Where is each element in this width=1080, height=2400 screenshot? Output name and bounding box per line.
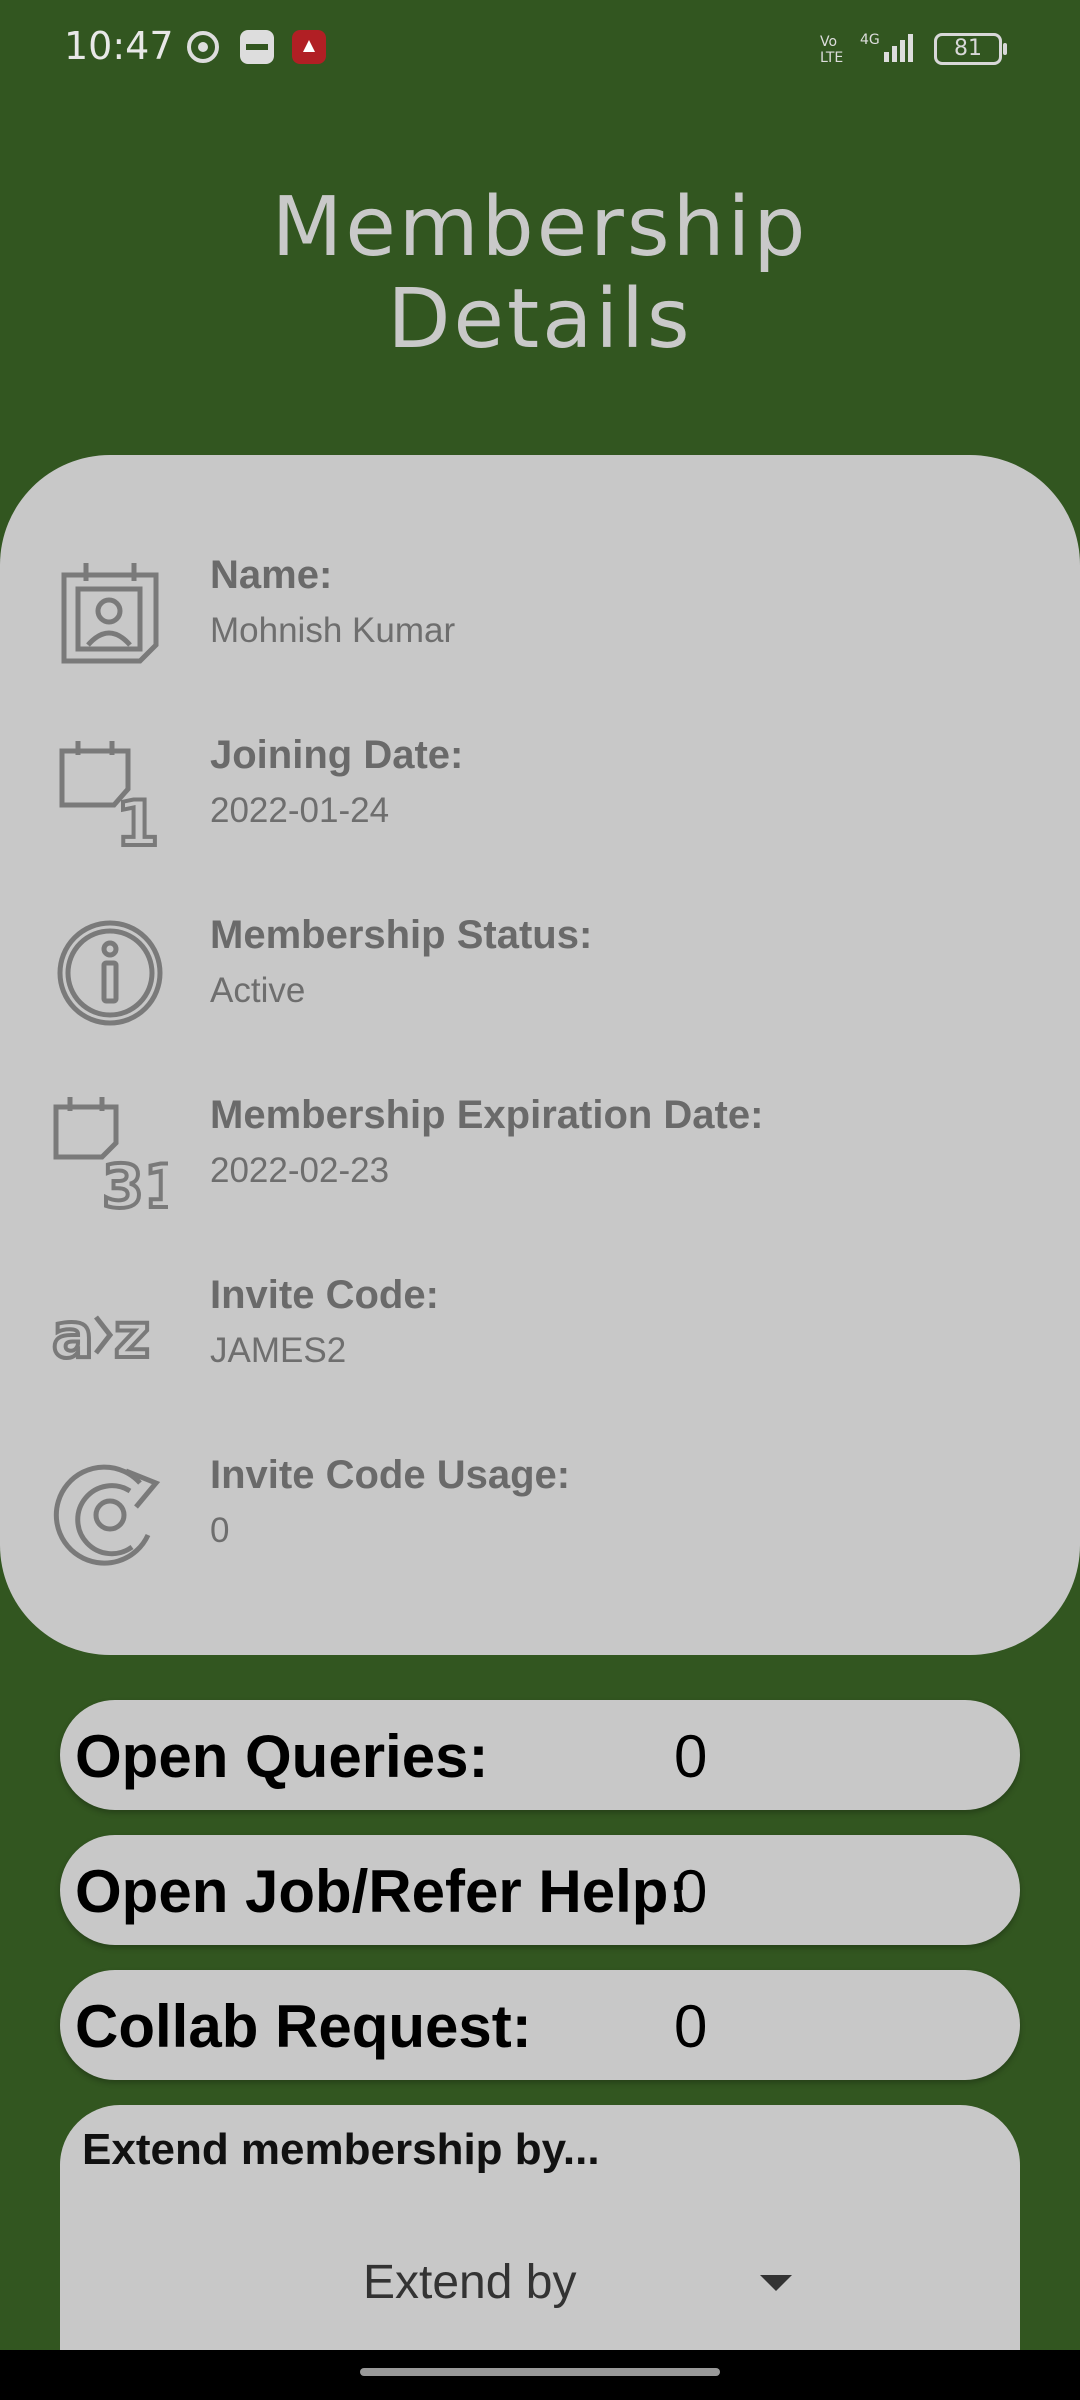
name-value: Mohnish Kumar (210, 611, 456, 650)
detail-row-status: Membership Status: Active (0, 913, 1080, 1045)
joining-date-value: 2022-01-24 (210, 791, 390, 830)
collab-request-value: 0 (674, 1993, 708, 2060)
status-label: Membership Status: (210, 913, 593, 957)
name-label: Name: (210, 553, 333, 597)
svg-text:4G: 4G (860, 32, 880, 48)
contact-card-icon (61, 563, 159, 664)
reuse-icon (53, 1464, 161, 1566)
svg-text:31: 31 (102, 1152, 168, 1211)
open-job-refer-pill[interactable]: Open Job/Refer Help: 0 (60, 1835, 1020, 1945)
joining-date-label: Joining Date: (210, 733, 464, 777)
open-queries-pill[interactable]: Open Queries: 0 (60, 1700, 1020, 1810)
open-job-refer-label: Open Job/Refer Help: (75, 1858, 689, 1925)
page-title-line1: Membership (271, 180, 809, 275)
page-title-line2: Details (387, 272, 693, 367)
chrome-icon (187, 31, 219, 63)
detail-row-name: Name: Mohnish Kumar (0, 553, 1080, 685)
app-notification-icon (292, 30, 326, 64)
svg-text:LTE: LTE (820, 50, 843, 66)
a-to-z-icon: a z (52, 1297, 152, 1374)
open-job-refer-value: 0 (674, 1858, 708, 1925)
battery-indicator: 81 (934, 33, 1007, 65)
svg-text:a: a (52, 1299, 94, 1372)
extend-membership-title: Extend membership by... (82, 2125, 600, 2174)
open-queries-label: Open Queries: (75, 1723, 489, 1790)
status-time: 10:47 (64, 24, 174, 68)
extend-by-selected: Extend by (363, 2256, 577, 2309)
svg-text:1: 1 (116, 787, 159, 851)
paytm-icon (240, 30, 274, 64)
calendar-day-1-icon: 1 (59, 741, 161, 851)
invite-usage-value: 0 (210, 1511, 230, 1550)
detail-row-invite-code: a z Invite Code: JAMES2 (0, 1273, 1080, 1405)
calendar-day-31-icon: 31 (53, 1097, 168, 1211)
invite-usage-label: Invite Code Usage: (210, 1453, 571, 1497)
page-title: Membership Details (0, 182, 1080, 366)
signal-icon: Vo LTE 4G (820, 32, 913, 66)
collab-request-pill[interactable]: Collab Request: 0 (60, 1970, 1020, 2080)
status-bar: 10:47 Vo LTE 4G 81 (0, 0, 1080, 96)
system-nav-bar (0, 2350, 1080, 2400)
status-value: Active (210, 971, 306, 1010)
svg-text:Vo: Vo (820, 34, 837, 50)
expiration-label: Membership Expiration Date: (210, 1093, 764, 1137)
extend-membership-card: Extend membership by... Extend by (60, 2105, 1020, 2365)
svg-text:z: z (114, 1299, 150, 1372)
membership-details-card: Name: Mohnish Kumar 1 Joining Date: 2022… (0, 455, 1080, 1655)
invite-code-value: JAMES2 (210, 1331, 347, 1370)
home-gesture-handle[interactable] (360, 2368, 720, 2376)
detail-row-joining-date: 1 Joining Date: 2022-01-24 (0, 733, 1080, 865)
expiration-value: 2022-02-23 (210, 1151, 390, 1190)
info-icon (57, 920, 163, 1026)
extend-by-dropdown[interactable]: Extend by (60, 2235, 1020, 2335)
invite-code-label: Invite Code: (210, 1273, 439, 1317)
collab-request-label: Collab Request: (75, 1993, 532, 2060)
dropdown-caret-icon (760, 2275, 792, 2291)
open-queries-value: 0 (674, 1723, 708, 1790)
detail-row-invite-usage: Invite Code Usage: 0 (0, 1453, 1080, 1585)
detail-row-expiration: 31 Membership Expiration Date: 2022-02-2… (0, 1093, 1080, 1225)
